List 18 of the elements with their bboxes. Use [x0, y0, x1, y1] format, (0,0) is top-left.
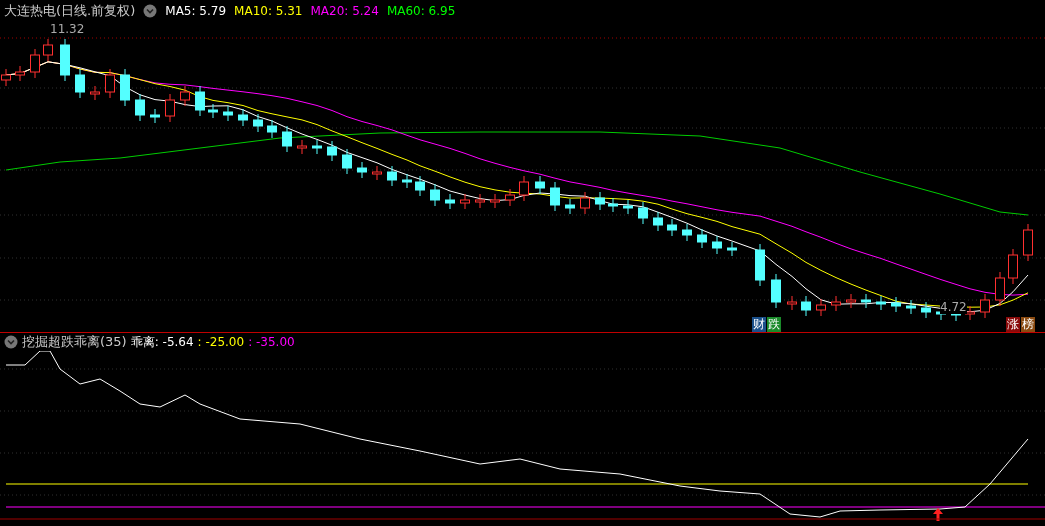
dropdown-icon[interactable]	[143, 4, 158, 18]
low-price-label: 4.72	[940, 300, 967, 314]
indicator-value: 乖离: -5.64	[130, 333, 194, 351]
badge-button[interactable]: 榜	[1021, 317, 1035, 332]
up-arrow-icon	[933, 508, 943, 521]
badge-button[interactable]: 跌	[767, 317, 781, 332]
ma-legend-value: MA5: 5.79	[165, 4, 227, 18]
indicator-value: : -25.00	[197, 335, 245, 349]
high-price-label: 11.32	[50, 22, 85, 36]
indicator-title: 挖掘超跌乖离(35)	[22, 333, 127, 351]
indicator-value: : -35.00	[248, 335, 295, 349]
ma-legend-value: MA20: 5.24	[310, 4, 379, 18]
badge-button[interactable]: 财	[752, 317, 766, 332]
ma-legend-value: MA10: 5.31	[234, 4, 303, 18]
badge-button[interactable]: 涨	[1006, 317, 1020, 332]
stock-title: 大连热电(日线.前复权)	[4, 2, 136, 20]
ma-legend-value: MA60: 6.95	[386, 4, 456, 18]
dropdown-icon[interactable]	[4, 335, 18, 349]
